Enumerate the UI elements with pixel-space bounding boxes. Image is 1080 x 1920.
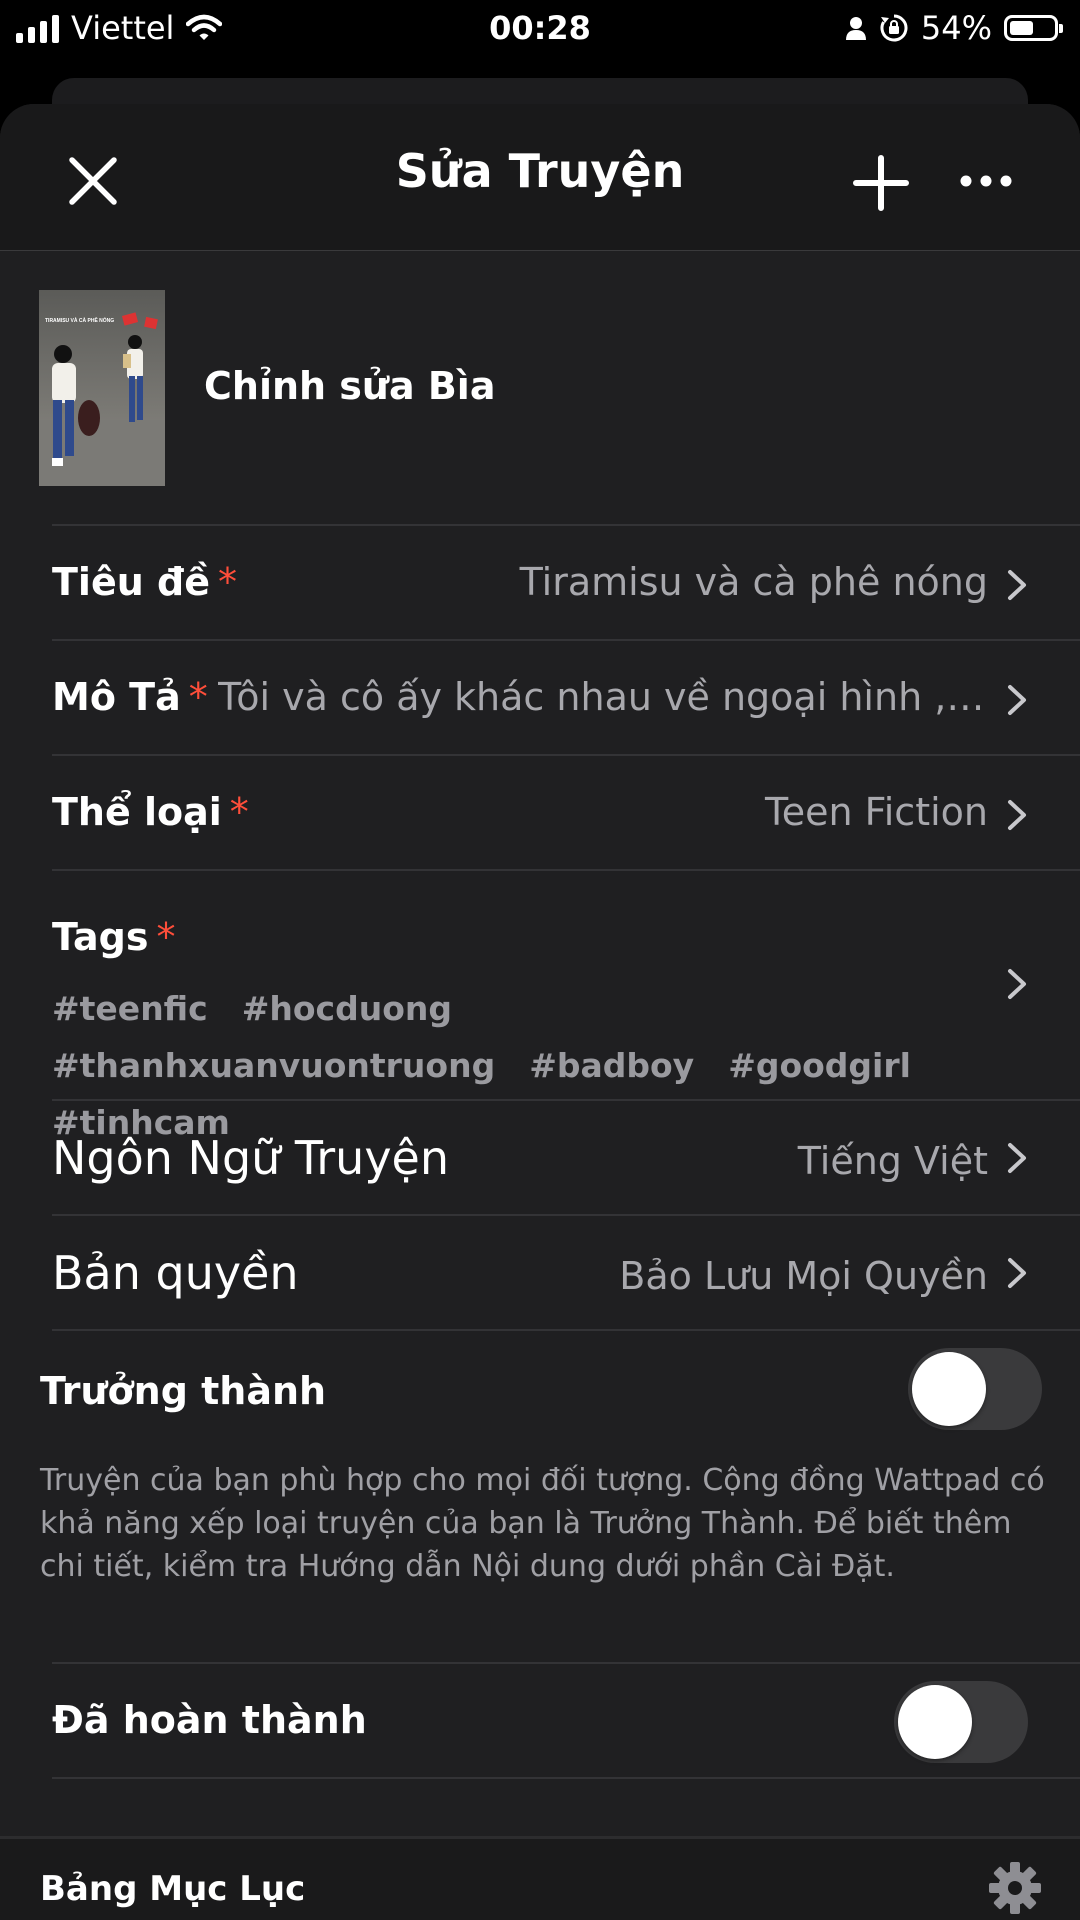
rotation-lock-icon [880,14,908,42]
title-value: Tiramisu và cà phê nóng [519,560,988,604]
status-bar: Viettel 00:28 54% [0,0,1080,60]
toggle-knob [898,1685,972,1759]
add-button[interactable] [846,148,916,218]
tag-item: #badboy [529,1046,695,1085]
table-of-contents-label: Bảng Mục Lục [40,1869,306,1909]
required-marker: * [217,560,237,604]
table-of-contents-bar[interactable]: Bảng Mục Lục [0,1836,1080,1920]
language-value: Tiếng Việt [797,1139,988,1183]
language-label: Ngôn Ngữ Truyện [52,1131,449,1185]
mature-description: Truyện của bạn phù hợp cho mọi đối tượng… [40,1463,1045,1584]
title-label: Tiêu đề [52,560,210,604]
chevron-right-icon [1008,1258,1026,1288]
required-marker: * [188,675,208,719]
gear-icon[interactable] [988,1861,1042,1915]
genre-value: Teen Fiction [764,790,988,834]
edit-cover-button[interactable]: Chỉnh sửa Bìa [204,364,495,408]
edit-story-sheet: Sửa Truyện TIRAMISU VÀ CÀ PHÊ NÓNG Chỉnh… [0,104,1080,1920]
description-value: Tôi và cô ấy khác nhau về ngoại hình , t… [218,675,988,719]
tags-row[interactable]: Tags * #teenfic #hocduong #thanhxuanvuont… [52,869,1080,1142]
status-right: 54% [845,6,1063,50]
row-divider [52,1329,1080,1331]
chevron-right-icon [1008,685,1026,715]
description-label: Mô Tả [52,675,181,719]
more-button[interactable] [956,158,1016,204]
chevron-right-icon [1008,570,1026,600]
required-marker: * [229,790,249,834]
mature-label: Trưởng thành [40,1369,327,1413]
required-marker: * [156,915,176,959]
navigation-bar: Sửa Truyện [0,104,1080,251]
battery-percent: 54% [920,9,992,47]
genre-label-wrap: Thể loại * [52,790,249,834]
plus-icon [853,155,909,211]
copyright-label: Bản quyền [52,1246,299,1300]
tags-label-wrap: Tags * [52,915,175,959]
tag-item: #teenfic [52,989,208,1028]
description-row[interactable]: Mô Tả * Tôi và cô ấy khác nhau về ngoại h… [52,639,1080,754]
language-row[interactable]: Ngôn Ngữ Truyện Tiếng Việt [52,1099,1080,1214]
tag-item: #thanhxuanvuontruong [52,1046,496,1085]
mature-toggle[interactable] [908,1348,1042,1430]
genre-label: Thể loại [52,790,222,834]
tag-item: #goodgirl [728,1046,911,1085]
title-label-wrap: Tiêu đề * [52,560,237,604]
cover-title-text: TIRAMISU VÀ CÀ PHÊ NÓNG [45,316,114,324]
description-label-wrap: Mô Tả * [52,675,208,719]
cover-image[interactable]: TIRAMISU VÀ CÀ PHÊ NÓNG [39,290,165,486]
battery-icon [1004,15,1063,41]
completed-toggle[interactable] [894,1681,1028,1763]
chevron-right-icon [1008,1143,1026,1173]
copyright-value: Bảo Lưu Mọi Quyền [619,1254,988,1298]
genre-row[interactable]: Thể loại * Teen Fiction [52,754,1080,869]
person-icon [845,17,866,40]
page-title: Sửa Truyện [395,144,685,198]
tag-item: #hocduong [241,989,452,1028]
tags-label: Tags [52,915,149,959]
toggle-knob [912,1352,986,1426]
title-row[interactable]: Tiêu đề * Tiramisu và cà phê nóng [52,524,1080,639]
chevron-right-icon [1008,800,1026,830]
completed-label: Đã hoàn thành [52,1698,367,1742]
chevron-right-icon [1008,969,1026,999]
more-icon [960,175,1012,187]
copyright-row[interactable]: Bản quyền Bảo Lưu Mọi Quyền [52,1214,1080,1329]
